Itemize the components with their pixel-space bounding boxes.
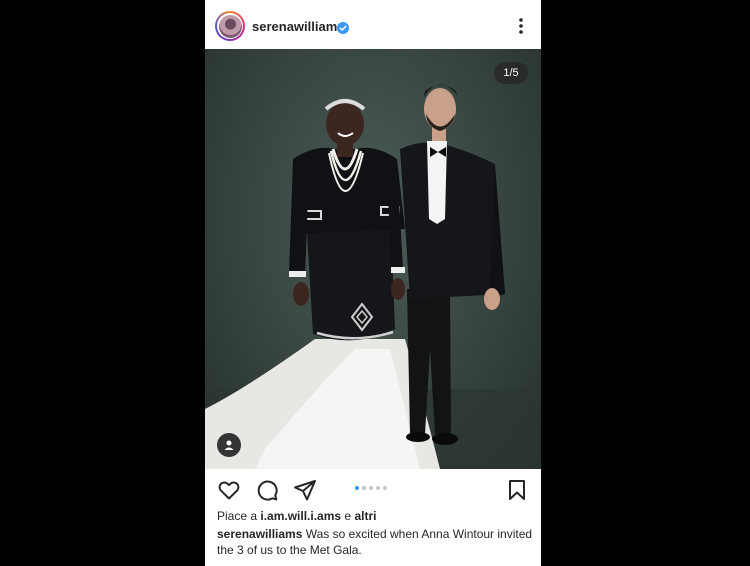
likes-joiner: e	[344, 509, 352, 523]
verified-badge-icon	[337, 22, 349, 34]
user-tag-icon	[224, 440, 234, 450]
photo-illustration	[205, 84, 541, 469]
bookmark-icon[interactable]	[505, 478, 529, 502]
share-icon[interactable]	[293, 478, 317, 502]
user-tag-button[interactable]	[217, 433, 241, 457]
image-counter: 1/5	[494, 62, 528, 84]
comment-icon[interactable]	[255, 478, 279, 502]
post-photo[interactable]: 1/5	[205, 49, 541, 469]
post-caption: serenawilliams Was so excited when Anna …	[217, 526, 533, 558]
avatar[interactable]	[215, 11, 245, 41]
instagram-post: serenawilliams 1/5 Piace a i.am.will.i.a…	[205, 0, 541, 566]
heart-icon[interactable]	[217, 478, 241, 502]
carousel-dot	[369, 486, 373, 490]
username[interactable]: serenawilliams	[252, 19, 345, 34]
carousel-indicator	[355, 486, 387, 490]
likes-others-link[interactable]: altri	[354, 509, 376, 523]
carousel-dot	[383, 486, 387, 490]
avatar-image	[218, 14, 242, 38]
action-bar	[205, 469, 541, 509]
post-header: serenawilliams	[205, 0, 541, 49]
likes-prefix: Piace a	[217, 509, 258, 523]
more-options-icon[interactable]	[511, 16, 531, 36]
carousel-dot-active	[355, 486, 359, 490]
carousel-dot	[362, 486, 366, 490]
carousel-dot	[376, 486, 380, 490]
caption-username[interactable]: serenawilliams	[217, 527, 302, 541]
likes-user-link[interactable]: i.am.will.i.ams	[260, 509, 341, 523]
likes-line[interactable]: Piace a i.am.will.i.ams e altri	[217, 509, 376, 523]
